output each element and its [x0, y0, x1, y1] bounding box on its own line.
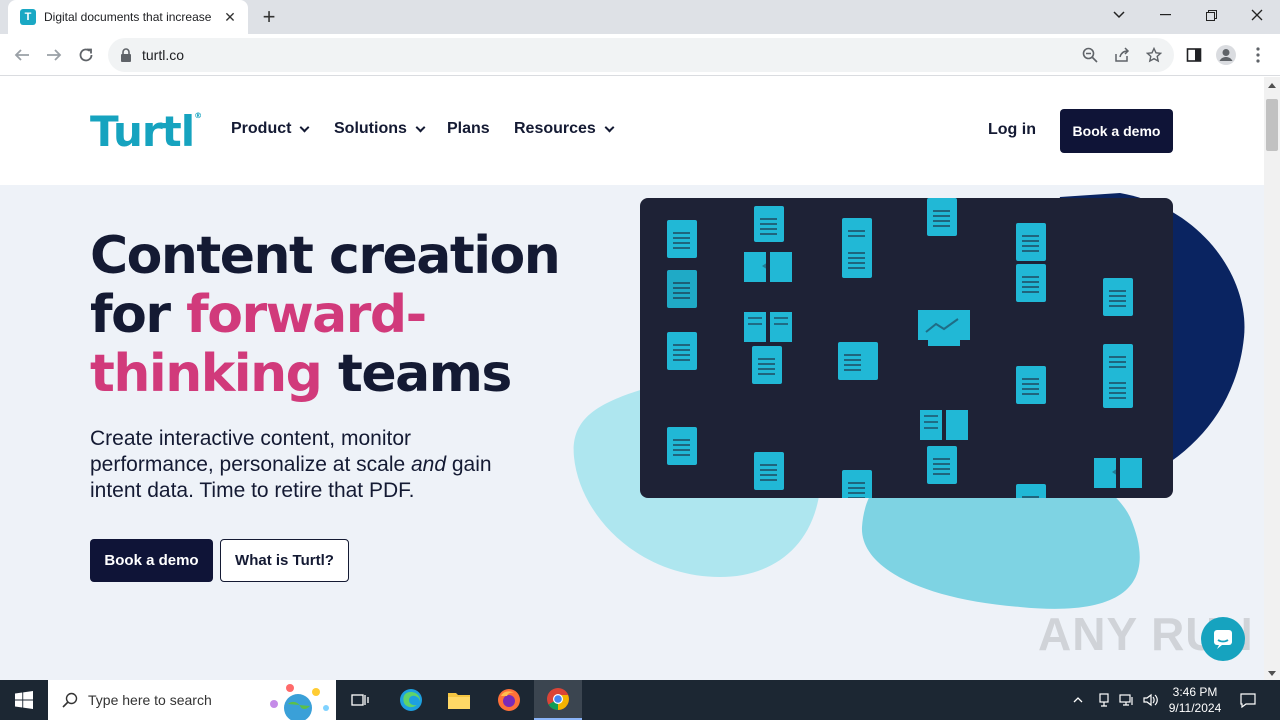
document-icon — [1016, 366, 1046, 404]
file-explorer-icon[interactable] — [435, 680, 483, 720]
back-arrow-icon[interactable] — [10, 43, 34, 67]
zoom-icon[interactable] — [1078, 43, 1102, 67]
restore-button[interactable] — [1188, 0, 1234, 30]
tab-search-chevron-icon[interactable] — [1096, 0, 1142, 30]
taskbar-search-box[interactable]: Type here to search — [48, 680, 336, 720]
nav-solutions[interactable]: Solutions — [334, 120, 426, 138]
hero-heading-line-2: for forward- — [90, 285, 427, 345]
hero-heading-line-1: Content creation — [90, 226, 561, 286]
nav-resources[interactable]: Resources — [514, 120, 615, 138]
nav-product[interactable]: Product — [231, 120, 310, 138]
firefox-icon[interactable] — [485, 680, 533, 720]
chevron-down-icon — [415, 122, 426, 132]
clock-time: 3:46 PM — [1172, 685, 1218, 699]
profile-avatar-icon[interactable] — [1214, 43, 1238, 67]
side-panel-icon[interactable] — [1182, 43, 1206, 67]
start-button[interactable] — [0, 680, 48, 720]
document-icon — [838, 342, 878, 380]
browser-tab[interactable]: T Digital documents that increase ✕ — [8, 0, 248, 34]
site-header: Turtl® Product Solutions Plans Resources… — [0, 77, 1264, 185]
chart-document-icon — [1016, 264, 1046, 302]
share-icon[interactable] — [1110, 43, 1134, 67]
tab-title: Digital documents that increase — [44, 10, 212, 24]
notifications-icon[interactable] — [1234, 680, 1262, 720]
chat-widget-button[interactable] — [1201, 617, 1245, 661]
show-hidden-icons-chevron-icon[interactable] — [1068, 680, 1088, 720]
clock-date: 9/11/2024 — [1168, 701, 1222, 715]
search-placeholder: Type here to search — [88, 692, 212, 708]
document-icon — [927, 198, 957, 236]
chevron-down-icon — [604, 122, 615, 132]
header-book-demo-button[interactable]: Book a demo — [1060, 109, 1173, 153]
new-tab-button[interactable]: + — [258, 6, 280, 28]
scroll-up-arrow-icon[interactable] — [1268, 83, 1276, 88]
network-icon[interactable] — [1116, 680, 1138, 720]
page-scrollbar[interactable] — [1264, 77, 1280, 680]
document-icon — [927, 446, 957, 484]
document-icon — [667, 270, 697, 308]
turtl-logo[interactable]: Turtl® — [90, 107, 202, 156]
turtl-favicon-icon: T — [20, 9, 36, 25]
document-icon — [1016, 484, 1046, 498]
task-view-icon[interactable] — [336, 680, 384, 720]
document-icon — [667, 427, 697, 465]
open-book-icon — [744, 252, 792, 282]
chart-document-icon — [842, 240, 872, 278]
document-icon — [667, 220, 697, 258]
minimize-button[interactable] — [1142, 0, 1188, 30]
reload-icon[interactable] — [74, 43, 98, 67]
browser-toolbar: turtl.co — [0, 34, 1280, 76]
hero-heading: Content creation for forward- thinking t… — [90, 226, 561, 404]
hero-heading-line-3: thinking teams — [90, 344, 512, 404]
chevron-down-icon — [300, 122, 310, 132]
document-icon — [842, 470, 872, 498]
document-icon — [1103, 278, 1133, 316]
open-book-icon — [1094, 458, 1142, 488]
browser-menu-icon[interactable] — [1246, 43, 1270, 67]
document-icon — [752, 346, 782, 384]
open-book-icon — [744, 312, 792, 342]
scrollbar-thumb[interactable] — [1266, 99, 1278, 151]
bookmark-star-icon[interactable] — [1142, 43, 1166, 67]
volume-icon[interactable] — [1140, 680, 1162, 720]
lock-icon[interactable] — [120, 48, 132, 62]
open-book-icon — [920, 410, 968, 440]
edge-browser-icon[interactable] — [387, 680, 435, 720]
document-icon — [754, 206, 784, 242]
taskbar-clock[interactable]: 3:46 PM 9/11/2024 — [1164, 684, 1226, 716]
hero-subheading: Create interactive content, monitor perf… — [90, 427, 492, 502]
nav-plans[interactable]: Plans — [447, 120, 490, 138]
search-highlight-globe-icon — [270, 684, 329, 720]
usb-device-icon[interactable] — [1094, 680, 1114, 720]
search-icon — [62, 692, 78, 708]
presentation-icon — [918, 310, 970, 346]
address-bar[interactable]: turtl.co — [108, 38, 1174, 72]
page-viewport: Turtl® Product Solutions Plans Resources… — [0, 77, 1264, 680]
document-icon — [754, 452, 784, 490]
document-icon — [1016, 223, 1046, 261]
close-window-button[interactable] — [1234, 0, 1280, 30]
close-tab-icon[interactable]: ✕ — [222, 9, 238, 25]
chat-icon — [1214, 630, 1232, 649]
url-text[interactable]: turtl.co — [142, 47, 184, 63]
scroll-down-arrow-icon[interactable] — [1268, 671, 1276, 676]
windows-logo-icon — [15, 691, 33, 709]
document-icon — [1103, 370, 1133, 408]
hero-illustration — [640, 198, 1173, 498]
forward-arrow-icon[interactable] — [42, 43, 66, 67]
login-link[interactable]: Log in — [988, 121, 1036, 139]
hero-book-demo-button[interactable]: Book a demo — [90, 539, 213, 582]
windows-taskbar: Type here to search 3:46 PM 9/11/2024 — [0, 680, 1280, 720]
browser-tab-strip: T Digital documents that increase ✕ + — [0, 0, 1280, 34]
chrome-icon[interactable] — [534, 680, 582, 720]
what-is-turtl-button[interactable]: What is Turtl? — [220, 539, 349, 582]
document-icon — [667, 332, 697, 370]
